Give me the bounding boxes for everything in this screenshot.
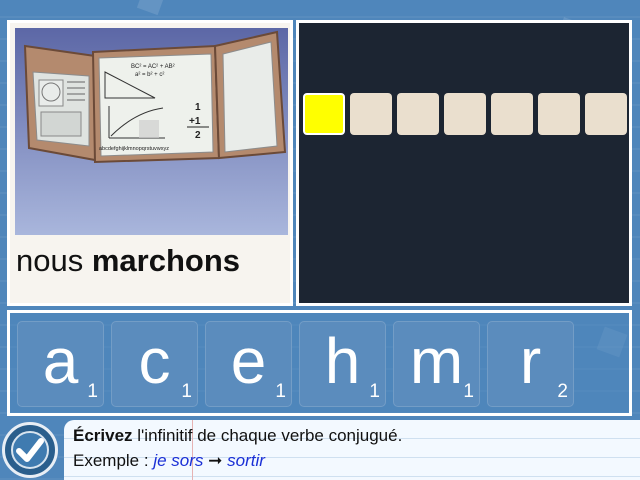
- tile-count: 1: [275, 381, 286, 402]
- instruction-verb: Écrivez: [73, 426, 133, 445]
- math-number: 1: [195, 102, 201, 113]
- tile-count: 1: [181, 381, 192, 402]
- picture-panel: BC² = AC² + AB² a² = b² + c² 1 +1 2 abcd…: [7, 20, 293, 306]
- letter-tile-h[interactable]: h 1: [299, 321, 386, 407]
- answer-slot[interactable]: [303, 93, 345, 135]
- letter-tile-m[interactable]: m 1: [393, 321, 480, 407]
- math-formula: BC² = AC² + AB²: [131, 64, 175, 70]
- instruction-text: Écrivez l'infinitif de chaque verbe conj…: [73, 426, 402, 446]
- answer-board: [296, 20, 632, 306]
- answer-slots: [303, 93, 627, 135]
- briefcase-illustration: BC² = AC² + AB² a² = b² + c² 1 +1 2 abcd…: [15, 28, 288, 235]
- tile-count: 1: [369, 381, 380, 402]
- example-conjugated: je sors: [153, 451, 204, 470]
- letter-tile-r[interactable]: r 2: [487, 321, 574, 407]
- check-button[interactable]: [2, 422, 58, 478]
- checkmark-icon: [11, 431, 49, 469]
- answer-slot[interactable]: [444, 93, 486, 135]
- letter-tile-e[interactable]: e 1: [205, 321, 292, 407]
- instruction-notepad: Écrivez l'infinitif de chaque verbe conj…: [64, 420, 640, 480]
- conjugated-verb: nous marchons: [16, 235, 286, 293]
- arrow-icon: ➞: [208, 451, 223, 470]
- alphabet-text: abcdefghijklmnopqrstuvwxyz: [99, 146, 169, 152]
- example-label: Exemple :: [73, 451, 154, 470]
- math-formula: a² = b² + c²: [135, 72, 164, 78]
- math-number: 2: [195, 130, 201, 141]
- pronoun: nous: [16, 243, 84, 278]
- letter-tiles-panel: a 1 c 1 e 1 h 1 m 1 r 2: [7, 310, 632, 416]
- instruction-bar: Écrivez l'infinitif de chaque verbe conj…: [0, 418, 640, 480]
- example-infinitive: sortir: [227, 451, 265, 470]
- answer-slot[interactable]: [538, 93, 580, 135]
- answer-slot[interactable]: [397, 93, 439, 135]
- tile-count: 1: [463, 381, 474, 402]
- tile-count: 2: [557, 381, 568, 402]
- instruction-rest: l'infinitif de chaque verbe conjugué.: [132, 426, 403, 445]
- letter-tile-a[interactable]: a 1: [17, 321, 104, 407]
- math-number: +1: [189, 116, 201, 127]
- answer-slot[interactable]: [491, 93, 533, 135]
- letter-tile-c[interactable]: c 1: [111, 321, 198, 407]
- example-text: Exemple : je sors ➞ sortir: [73, 451, 265, 471]
- tile-count: 1: [87, 381, 98, 402]
- verb-form: marchons: [91, 243, 241, 278]
- answer-slot[interactable]: [350, 93, 392, 135]
- answer-slot[interactable]: [585, 93, 627, 135]
